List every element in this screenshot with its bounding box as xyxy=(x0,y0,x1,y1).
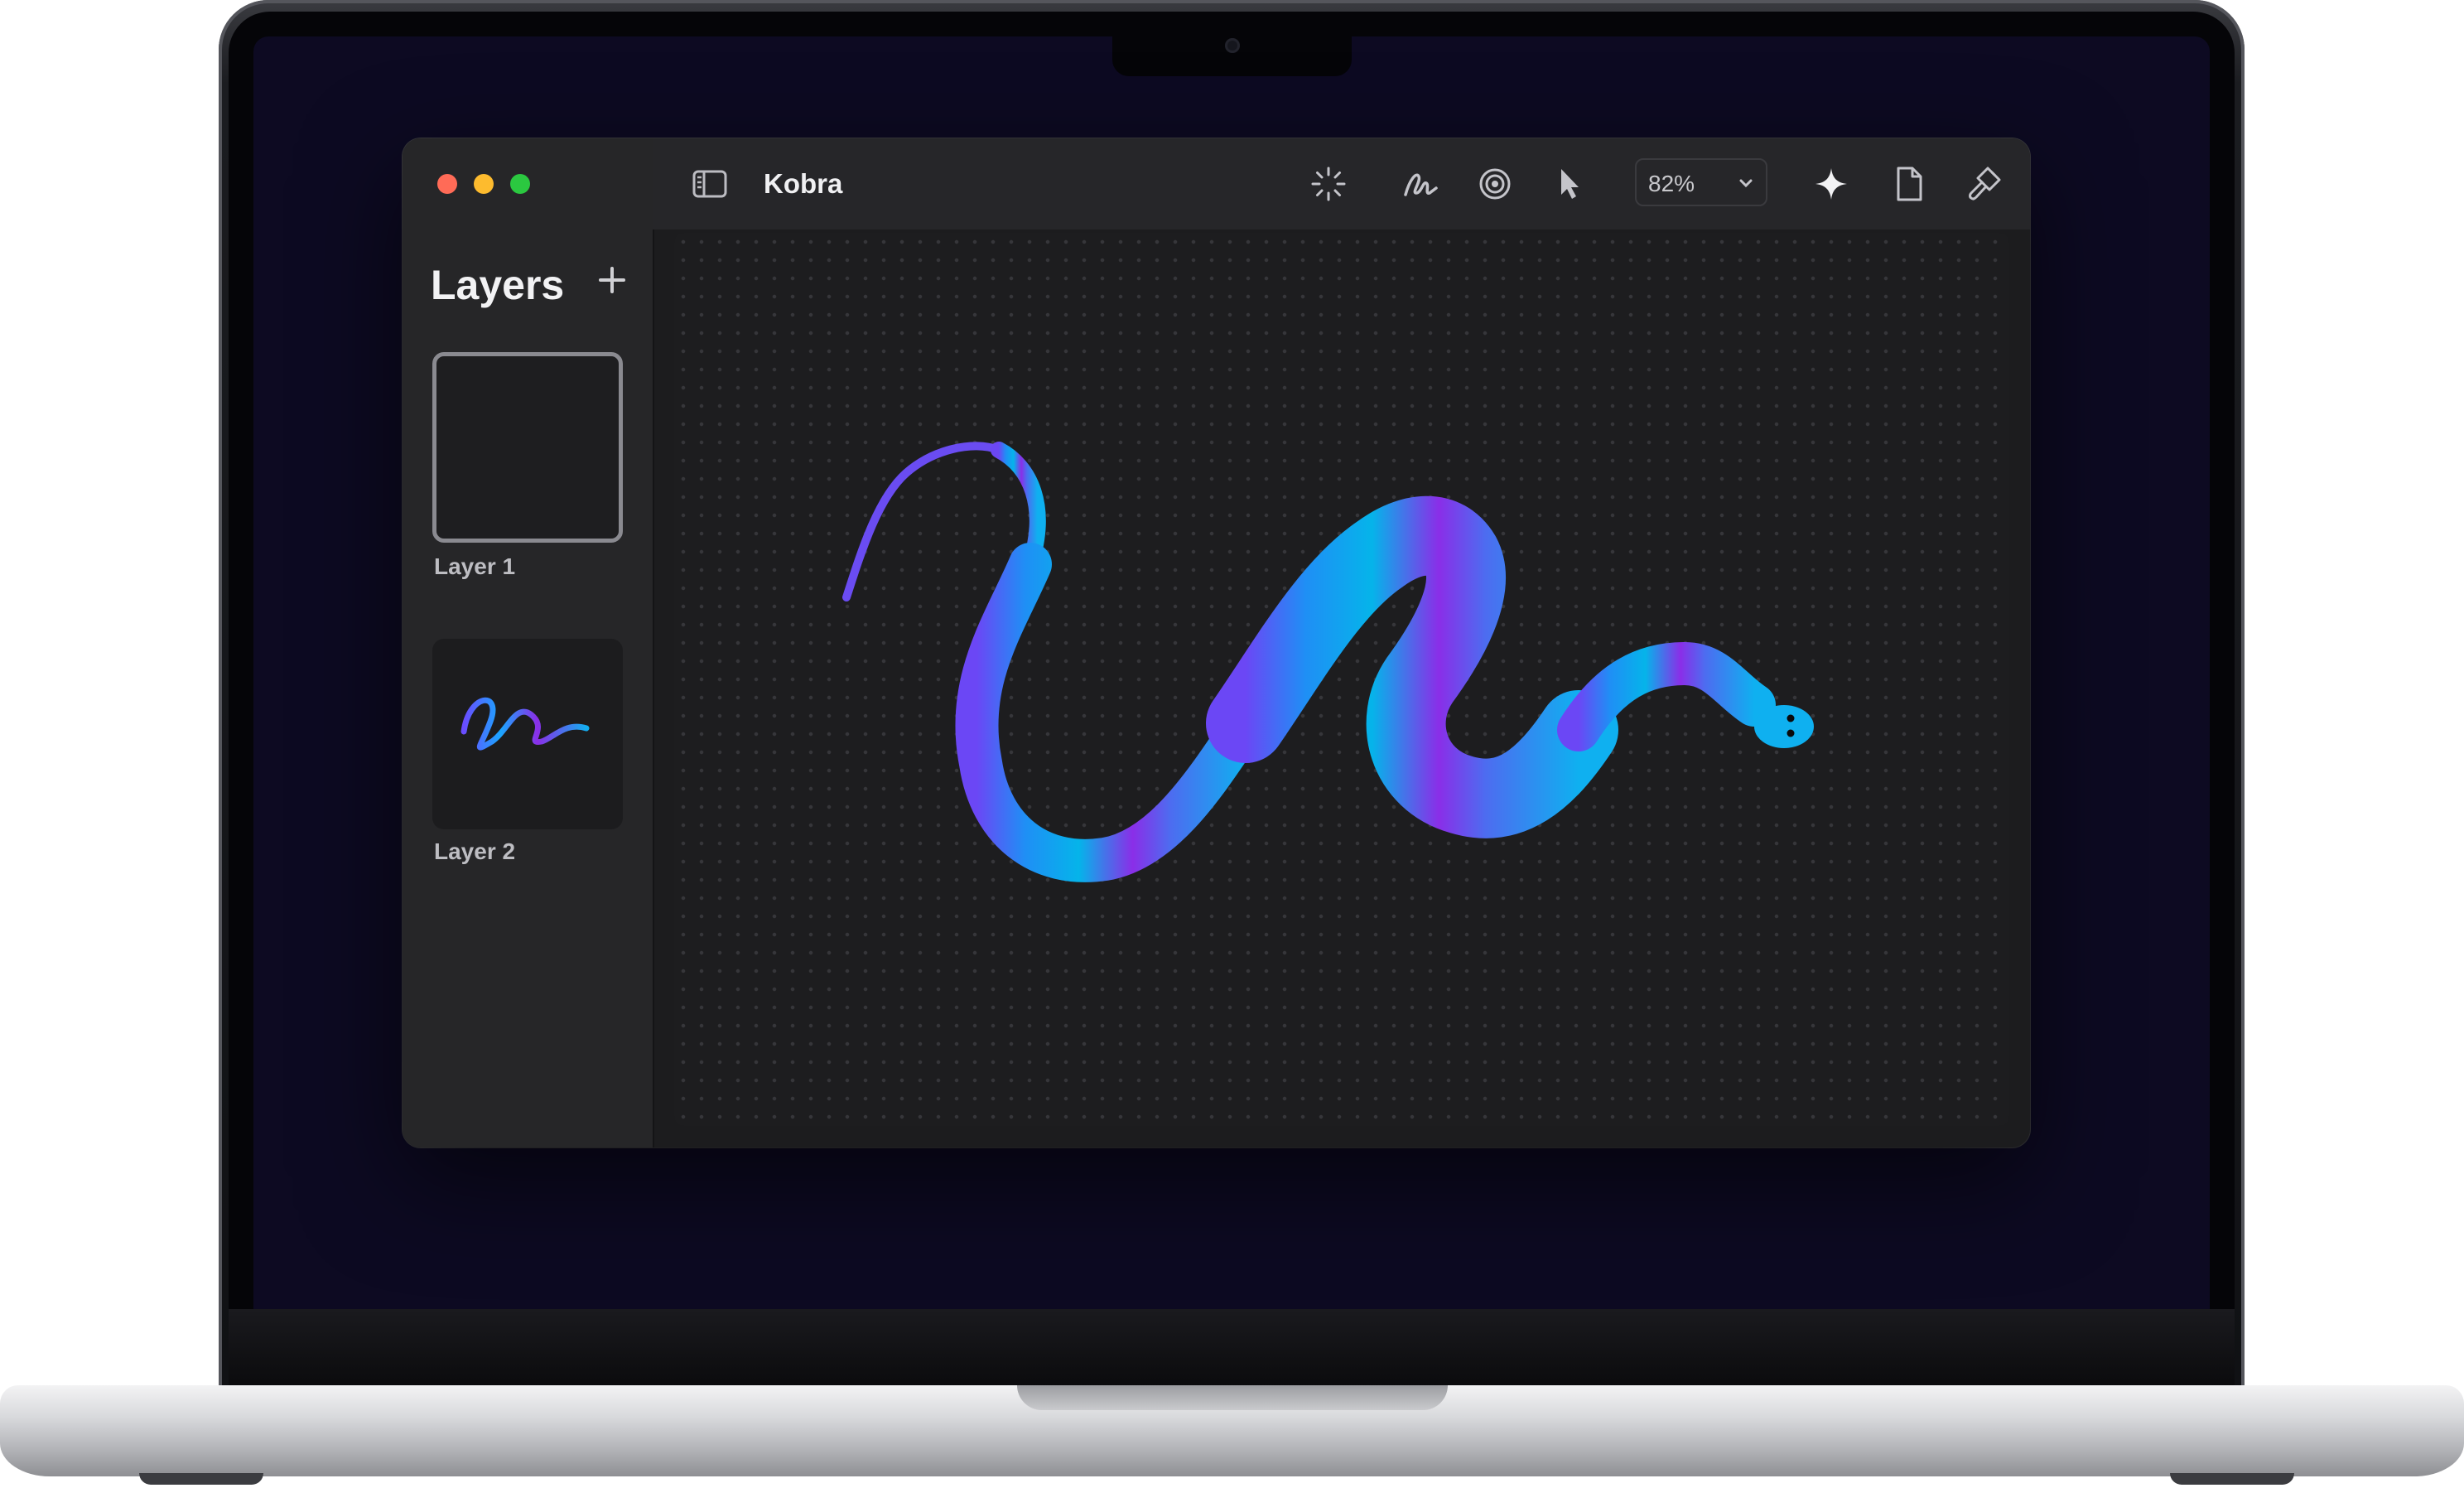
laptop-opening-notch xyxy=(1017,1385,1448,1410)
minimize-window-button[interactable] xyxy=(474,174,494,194)
loading-tool-button[interactable] xyxy=(1309,165,1348,203)
snake-eye-right xyxy=(1787,729,1795,737)
brush-icon xyxy=(1969,167,2001,200)
zoom-value: 82% xyxy=(1648,171,1695,196)
layer-label-1: Layer 1 xyxy=(434,553,516,579)
camera-icon xyxy=(1225,38,1240,53)
document-button[interactable] xyxy=(1890,165,1928,203)
sparkle-icon xyxy=(1815,168,1847,200)
sidebar-icon xyxy=(692,170,727,198)
snake-thumbnail-drawing xyxy=(460,697,590,751)
layer-thumbnail-1[interactable] xyxy=(432,352,623,543)
layers-sidebar: Layers Layer 1 Layer 2 xyxy=(403,138,654,1147)
spinner-icon xyxy=(1311,167,1346,201)
zoom-window-button[interactable] xyxy=(510,174,530,194)
pointer-icon xyxy=(1561,169,1579,199)
pen-squiggle-icon xyxy=(1404,173,1438,196)
target-tool-button[interactable] xyxy=(1476,165,1514,203)
magic-button[interactable] xyxy=(1812,165,1850,203)
draw-tool-button[interactable] xyxy=(1401,165,1439,203)
layer-thumbnail-2[interactable] xyxy=(432,639,623,829)
plus-icon xyxy=(599,267,625,293)
select-tool-button[interactable] xyxy=(1550,165,1589,203)
document-title: Kobra xyxy=(764,168,843,199)
laptop-chin xyxy=(229,1309,2235,1387)
sidebar-toggle-button[interactable] xyxy=(691,165,729,203)
app-window: Layers Layer 1 Layer 2 Kobra 82% xyxy=(403,138,2030,1147)
brush-button[interactable] xyxy=(1965,165,2003,203)
snake-eye-left xyxy=(1787,714,1795,722)
laptop-foot-right xyxy=(2170,1473,2294,1485)
target-icon xyxy=(1479,168,1511,200)
chevron-down-icon xyxy=(1739,179,1753,188)
document-icon xyxy=(1897,167,1922,201)
drawing-canvas[interactable] xyxy=(674,233,2009,1126)
close-window-button[interactable] xyxy=(437,174,457,194)
snake-drawing xyxy=(842,442,1814,882)
toolbar: Kobra 82% xyxy=(653,138,2030,229)
layers-heading: Layers xyxy=(431,262,565,308)
laptop-foot-left xyxy=(139,1473,263,1485)
layer-label-2: Layer 2 xyxy=(434,838,516,864)
zoom-dropdown[interactable]: 82% xyxy=(1635,158,1767,206)
add-layer-button[interactable] xyxy=(591,259,633,301)
